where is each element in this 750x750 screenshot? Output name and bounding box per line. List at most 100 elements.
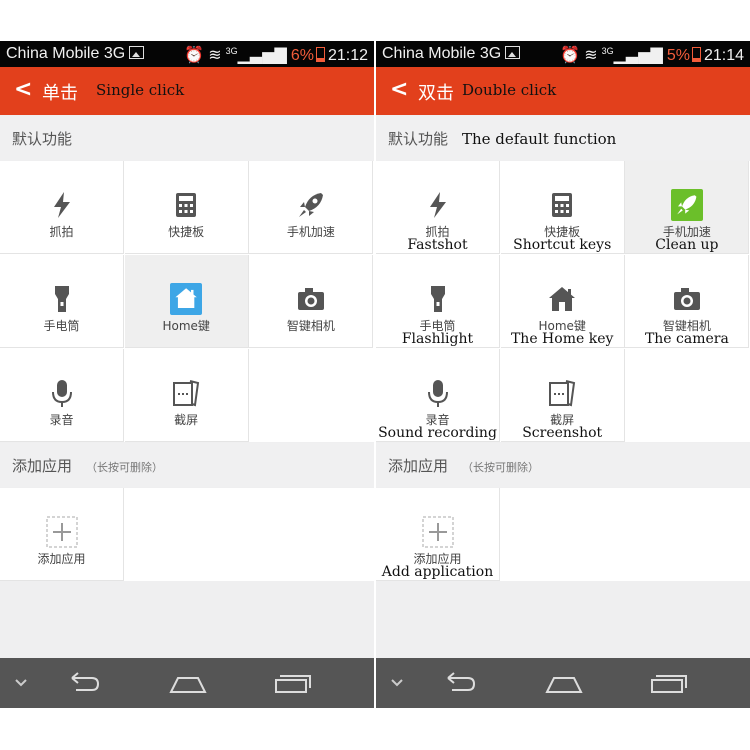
section-title-translation: The default function xyxy=(462,130,617,148)
home-nav-icon[interactable] xyxy=(168,668,208,698)
flashlight-icon xyxy=(46,283,78,315)
function-item-home[interactable]: Home键 The Home key xyxy=(500,255,625,348)
back-nav-icon[interactable] xyxy=(64,668,104,698)
single-click-screen: China Mobile 3G ⏰ ≋ 3G▁▃▅▇ 6% 21:12 < 单击 Sin… xyxy=(0,41,374,708)
function-item-microphone[interactable]: 录音 xyxy=(0,349,124,442)
carrier-label: China Mobile 3G xyxy=(382,45,521,63)
function-label: Home键 xyxy=(162,319,210,333)
status-right: ⏰ ≋ 3G▁▃▅▇ 6% 21:12 xyxy=(184,45,368,65)
function-item-flash[interactable]: 抓拍 xyxy=(0,161,124,254)
chevron-down-icon[interactable] xyxy=(14,668,28,698)
add-app-label: 添加应用 xyxy=(37,552,86,566)
home-nav-icon[interactable] xyxy=(544,668,584,698)
function-item-camera[interactable]: 智键相机 xyxy=(249,255,374,348)
plus-icon xyxy=(46,516,78,548)
function-item-calculator[interactable]: 快捷板 xyxy=(124,161,249,254)
add-app-button[interactable]: 添加应用 Add application xyxy=(376,488,500,581)
screenshot-icon xyxy=(170,377,202,409)
function-item-microphone[interactable]: 录音 Sound recording xyxy=(376,349,500,442)
function-label-translation: Sound recording xyxy=(378,425,497,441)
function-label: 手电筒 xyxy=(43,319,80,333)
function-item-calculator[interactable]: 快捷板 Shortcut keys xyxy=(500,161,625,254)
function-item-screenshot[interactable]: 截屏 Screenshot xyxy=(500,349,625,442)
microphone-icon xyxy=(422,377,454,409)
function-label-translation: Screenshot xyxy=(522,425,603,441)
section-add-apps: 添加应用 （长按可删除） xyxy=(376,443,750,487)
back-arrow-icon[interactable]: < xyxy=(390,77,408,102)
function-label: 手机加速 xyxy=(286,225,335,239)
page-title: 双击 xyxy=(418,83,454,104)
chevron-down-icon[interactable] xyxy=(390,668,404,698)
function-item-home[interactable]: Home键 xyxy=(124,255,249,348)
function-label: 截屏 xyxy=(174,413,199,427)
wifi-icon: ≋ xyxy=(584,47,598,64)
function-label-translation: Fastshot xyxy=(407,237,468,253)
added-apps-grid: 添加应用 Add application xyxy=(376,488,750,581)
app-bar: < 单击 Single click xyxy=(0,67,374,115)
clock: 21:14 xyxy=(703,47,744,64)
section-title: 添加应用 xyxy=(388,457,449,475)
function-label-translation: The camera xyxy=(644,331,729,347)
battery-percent: 6% xyxy=(290,47,314,64)
section-title: 默认功能 xyxy=(388,130,449,148)
battery-icon xyxy=(691,47,701,62)
flash-icon xyxy=(422,189,454,221)
function-item-flashlight[interactable]: 手电筒 Flashlight xyxy=(376,255,500,348)
section-hint: （长按可删除） xyxy=(86,461,163,474)
home-icon xyxy=(546,283,578,315)
function-item-rocket[interactable]: 手机加速 xyxy=(249,161,374,254)
microphone-icon xyxy=(46,377,78,409)
section-default-functions: 默认功能 xyxy=(0,116,374,160)
function-label-translation: Flashlight xyxy=(401,331,474,347)
page-title: 单击 xyxy=(42,83,78,104)
function-item-screenshot[interactable]: 截屏 xyxy=(124,349,249,442)
rocket-icon xyxy=(295,189,327,221)
clock: 21:12 xyxy=(327,47,368,64)
add-app-button[interactable]: 添加应用 xyxy=(0,488,124,581)
function-label-translation: The Home key xyxy=(510,331,614,347)
section-title: 默认功能 xyxy=(12,130,73,148)
flashlight-icon xyxy=(422,283,454,315)
image-notification-icon xyxy=(505,46,521,59)
status-right: ⏰ ≋ 3G▁▃▅▇ 5% 21:14 xyxy=(560,45,744,65)
status-bar: China Mobile 3G ⏰ ≋ 3G▁▃▅▇ 5% 21:14 xyxy=(376,41,750,67)
section-add-apps: 添加应用 （长按可删除） xyxy=(0,443,374,487)
function-label: 录音 xyxy=(49,413,74,427)
double-click-screen: China Mobile 3G ⏰ ≋ 3G▁▃▅▇ 5% 21:14 < 双击 Dou… xyxy=(376,41,750,708)
page-title-translation: Double click xyxy=(462,81,557,99)
app-bar: < 双击 Double click xyxy=(376,67,750,115)
signal-icon: ▁▃▅▇ xyxy=(613,47,663,64)
camera-icon xyxy=(671,283,703,315)
battery-icon xyxy=(315,47,325,62)
back-nav-icon[interactable] xyxy=(440,668,480,698)
section-title: 添加应用 xyxy=(12,457,73,475)
back-arrow-icon[interactable]: < xyxy=(14,77,32,102)
home-icon xyxy=(170,283,203,315)
calculator-icon xyxy=(170,189,202,221)
navigation-bar xyxy=(0,658,374,708)
function-grid: 抓拍 快捷板 手机加速手电筒 Home键 智键相机录音 截屏 xyxy=(0,161,374,442)
battery-percent: 5% xyxy=(666,47,690,64)
wifi-icon: ≋ xyxy=(208,47,222,64)
function-item-rocket[interactable]: 手机加速 Clean up xyxy=(625,161,750,254)
alarm-icon: ⏰ xyxy=(560,47,581,64)
function-item-flashlight[interactable]: 手电筒 xyxy=(0,255,124,348)
navigation-bar xyxy=(376,658,750,708)
page-title-translation: Single click xyxy=(96,81,185,99)
rocket-icon xyxy=(670,189,703,221)
image-notification-icon xyxy=(129,46,145,59)
carrier-label: China Mobile 3G xyxy=(6,45,145,63)
section-default-functions: 默认功能 The default function xyxy=(376,116,750,160)
function-label: 快捷板 xyxy=(168,225,205,239)
function-label-translation: Clean up xyxy=(655,237,719,253)
section-hint: （长按可删除） xyxy=(462,461,539,474)
function-item-camera[interactable]: 智键相机 The camera xyxy=(625,255,750,348)
function-item-flash[interactable]: 抓拍 Fastshot xyxy=(376,161,500,254)
recent-apps-icon[interactable] xyxy=(272,668,312,698)
plus-icon xyxy=(422,516,454,548)
screenshot-icon xyxy=(546,377,578,409)
function-label: 智键相机 xyxy=(286,319,335,333)
recent-apps-icon[interactable] xyxy=(648,668,688,698)
calculator-icon xyxy=(546,189,578,221)
status-bar: China Mobile 3G ⏰ ≋ 3G▁▃▅▇ 6% 21:12 xyxy=(0,41,374,67)
